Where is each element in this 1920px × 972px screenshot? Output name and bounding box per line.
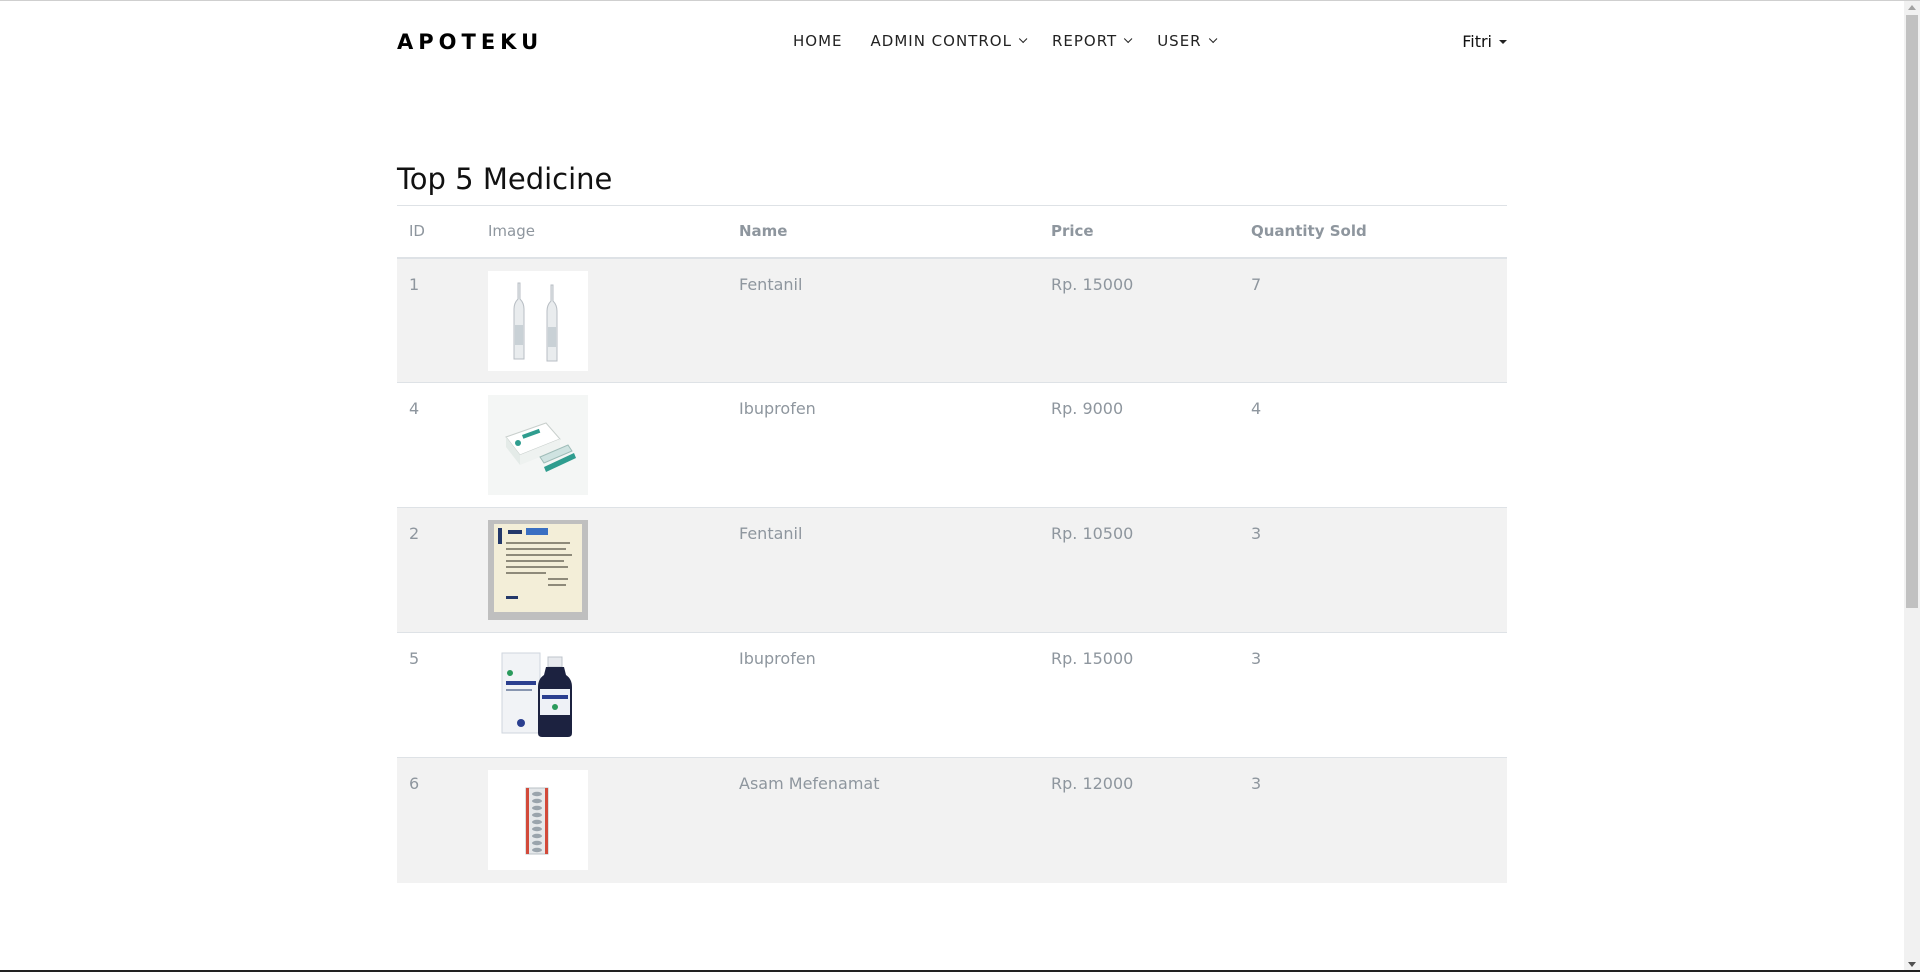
cell-image xyxy=(476,507,727,633)
cell-id: 4 xyxy=(397,382,476,508)
cell-image xyxy=(476,632,727,758)
chevron-down-icon xyxy=(1018,34,1028,44)
table-row: 2 Fentanil Rp. 10500 3 xyxy=(397,507,1507,633)
caret-down-icon xyxy=(1499,39,1507,44)
cell-id: 5 xyxy=(397,632,476,758)
scrollbar-thumb[interactable] xyxy=(1906,15,1918,608)
cell-price: Rp. 15000 xyxy=(1039,632,1239,758)
nav-report[interactable]: REPORT xyxy=(1051,32,1133,50)
tablet-box-image xyxy=(488,395,588,495)
table-row: 4 Ibuprofen Rp. 9000 4 xyxy=(397,382,1507,508)
chevron-down-icon xyxy=(1208,34,1217,44)
cell-name: Fentanil xyxy=(727,257,1039,383)
cell-price: Rp. 10500 xyxy=(1039,507,1239,633)
chevron-down-icon xyxy=(1124,34,1133,44)
header-image: Image xyxy=(476,205,727,259)
cell-id: 1 xyxy=(397,257,476,383)
nav-admin-control[interactable]: ADMIN CONTROL xyxy=(870,32,1028,50)
cell-quantity-sold: 7 xyxy=(1239,257,1507,383)
syrup-bottle-image xyxy=(488,645,588,745)
vertical-scrollbar[interactable] xyxy=(1904,1,1920,971)
cell-name: Ibuprofen xyxy=(727,382,1039,508)
nav-report-label: REPORT xyxy=(1051,32,1118,50)
cell-id: 2 xyxy=(397,507,476,633)
cell-quantity-sold: 4 xyxy=(1239,382,1507,508)
cell-name: Fentanil xyxy=(727,507,1039,633)
page-title: Top 5 Medicine xyxy=(397,162,613,196)
main-content: Top 5 Medicine ID Image Name Price Quant… xyxy=(397,161,1507,883)
nav-links: HOME ADMIN CONTROL REPORT USER xyxy=(793,32,1242,50)
cell-image xyxy=(476,757,727,883)
table-row: 6 Asam Mefenamat Rp. 12000 3 xyxy=(397,757,1507,883)
user-menu[interactable]: Fitri xyxy=(1462,32,1507,51)
brand-logo[interactable]: APOTEKU xyxy=(397,30,543,54)
cell-quantity-sold: 3 xyxy=(1239,507,1507,633)
patch-sachet-image xyxy=(488,520,588,620)
header-id: ID xyxy=(397,205,476,259)
nav-user[interactable]: USER xyxy=(1157,32,1217,50)
tablet-strip-image xyxy=(488,770,588,870)
cell-name: Asam Mefenamat xyxy=(727,757,1039,883)
cell-price: Rp. 9000 xyxy=(1039,382,1239,508)
cell-image xyxy=(476,382,727,508)
scroll-down-arrow-icon[interactable] xyxy=(1908,962,1916,967)
cell-price: Rp. 15000 xyxy=(1039,257,1239,383)
header-name: Name xyxy=(727,205,1039,259)
header-quantity-sold: Quantity Sold xyxy=(1239,205,1507,259)
cell-id: 6 xyxy=(397,757,476,883)
nav-home-label: HOME xyxy=(793,32,843,50)
viewport: APOTEKU HOME ADMIN CONTROL REPORT USER F… xyxy=(0,1,1904,971)
cell-quantity-sold: 3 xyxy=(1239,632,1507,758)
nav-home[interactable]: HOME xyxy=(793,32,843,50)
nav-admin-control-label: ADMIN CONTROL xyxy=(870,32,1012,50)
ampoule-vials-image xyxy=(488,270,588,371)
header-price: Price xyxy=(1039,205,1239,259)
user-name: Fitri xyxy=(1462,32,1492,51)
table-header-row: ID Image Name Price Quantity Sold xyxy=(397,205,1507,259)
cell-price: Rp. 12000 xyxy=(1039,757,1239,883)
navbar: APOTEKU HOME ADMIN CONTROL REPORT USER F… xyxy=(397,1,1507,83)
table-row: 5 Ibuprofen Rp. 15000 3 xyxy=(397,632,1507,758)
top-medicine-table: ID Image Name Price Quantity Sold 1 Fent… xyxy=(397,205,1507,883)
scroll-up-arrow-icon[interactable] xyxy=(1908,5,1916,10)
nav-user-label: USER xyxy=(1157,32,1202,50)
cell-name: Ibuprofen xyxy=(727,632,1039,758)
page: APOTEKU HOME ADMIN CONTROL REPORT USER F… xyxy=(0,0,1920,972)
cell-image xyxy=(476,257,727,383)
cell-quantity-sold: 3 xyxy=(1239,757,1507,883)
table-row: 1 Fentanil Rp. 15000 7 xyxy=(397,257,1507,383)
